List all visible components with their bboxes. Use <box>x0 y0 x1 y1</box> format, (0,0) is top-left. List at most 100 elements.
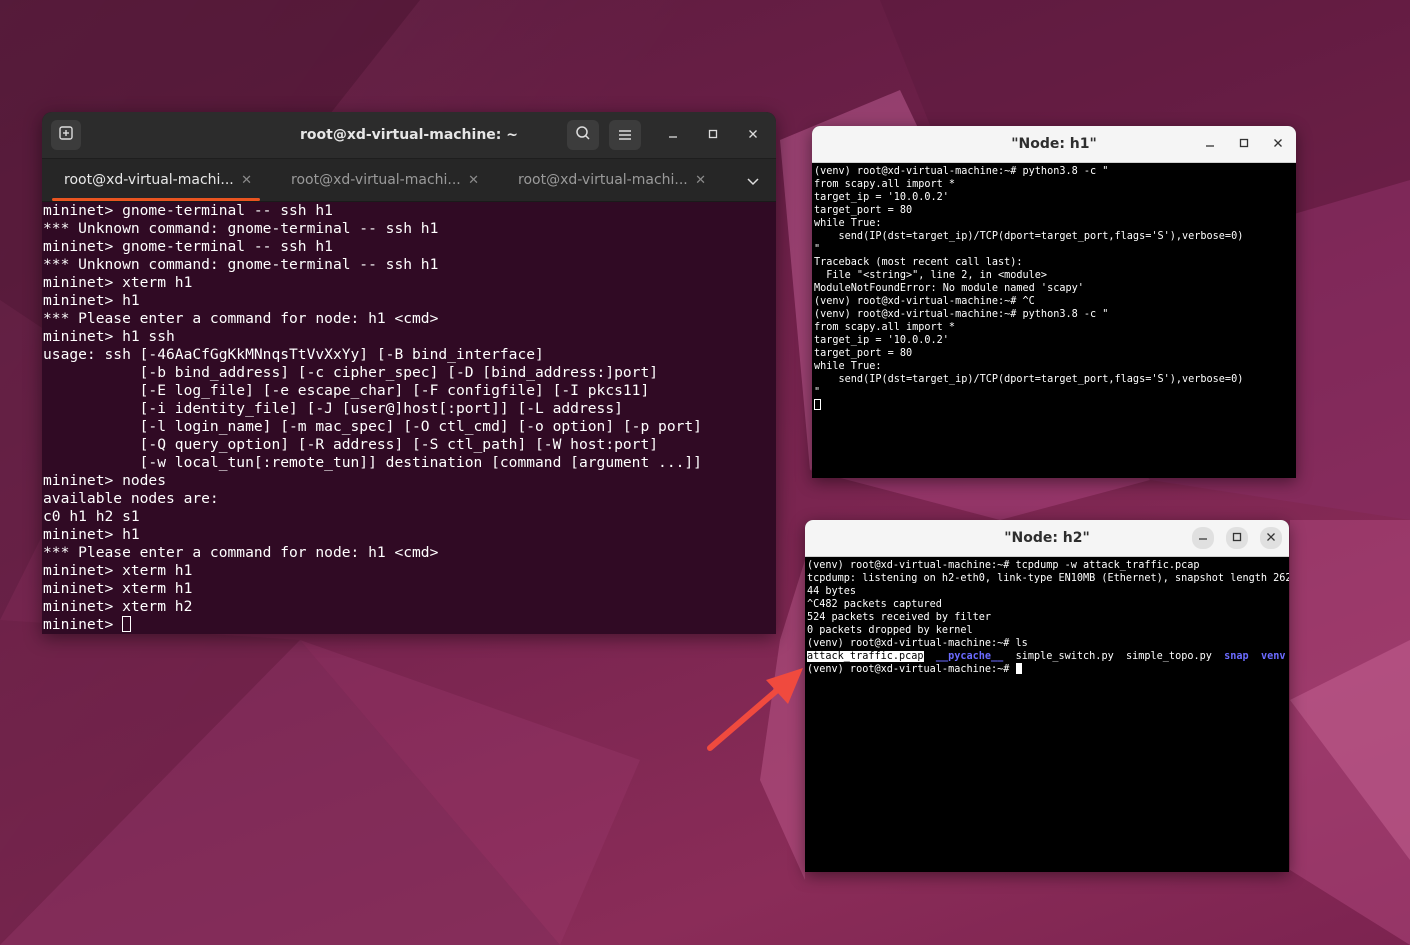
close-icon <box>1266 531 1276 545</box>
minimize-icon <box>1198 531 1208 545</box>
terminal-line: from scapy.all import * <box>814 322 956 333</box>
close-button[interactable] <box>1260 527 1282 549</box>
text-cursor <box>1015 663 1022 674</box>
terminal-line: (venv) root@xd-virtual-machine:~# python… <box>814 166 1109 177</box>
terminal-line: *** Unknown command: gnome-terminal -- s… <box>43 220 439 237</box>
prompt-line: (venv) root@xd-virtual-machine:~# <box>807 663 1289 676</box>
maximize-icon <box>1232 531 1242 545</box>
terminal-line: available nodes are: <box>43 490 219 507</box>
prompt-line: mininet> <box>43 616 776 634</box>
file-name: simple_topo.py <box>1126 651 1212 662</box>
prompt-text: (venv) root@xd-virtual-machine:~# <box>807 664 1016 675</box>
terminal-line: mininet> h1 <box>43 526 140 543</box>
minimize-button[interactable] <box>661 123 685 147</box>
terminal-line: *** Unknown command: gnome-terminal -- s… <box>43 256 439 273</box>
terminal-line: mininet> xterm h1 <box>43 562 193 579</box>
terminal-line: [-b bind_address] [-c cipher_spec] [-D [… <box>43 364 659 381</box>
maximize-button[interactable] <box>1226 527 1248 549</box>
tab-1[interactable]: root@xd-virtual-machi... ✕ <box>46 159 266 201</box>
maximize-button[interactable] <box>701 123 725 147</box>
terminal-line: [-Q query_option] [-R address] [-S ctl_p… <box>43 436 659 453</box>
close-icon <box>748 128 758 143</box>
terminal-line: ModuleNotFoundError: No module named 'sc… <box>814 283 1084 294</box>
terminal-line: *** Please enter a command for node: h1 … <box>43 544 439 561</box>
maximize-icon <box>1239 137 1249 151</box>
tab-close-icon[interactable]: ✕ <box>695 173 706 188</box>
ls-output-line: attack_traffic.pcap __pycache__ simple_s… <box>807 650 1289 663</box>
tab-3[interactable]: root@xd-virtual-machi... ✕ <box>500 159 720 201</box>
hamburger-menu-icon <box>618 126 632 145</box>
tab-bar: root@xd-virtual-machi... ✕ root@xd-virtu… <box>42 159 776 202</box>
minimize-button[interactable] <box>1192 527 1214 549</box>
terminal-line: [-l login_name] [-m mac_spec] [-O ctl_cm… <box>43 418 702 435</box>
search-button[interactable] <box>567 120 599 150</box>
terminal-line: Traceback (most recent call last): <box>814 257 1023 268</box>
terminal-line: [-w local_tun[:remote_tun]] destination … <box>43 454 702 471</box>
directory-name: snap <box>1224 651 1249 662</box>
window-title: "Node: h1" <box>1011 136 1097 152</box>
terminal-line: send(IP(dst=target_ip)/TCP(dport=target_… <box>814 231 1244 242</box>
search-icon <box>575 125 591 145</box>
xterm-h2-output[interactable]: (venv) root@xd-virtual-machine:~# tcpdum… <box>807 559 1289 872</box>
tab-label: root@xd-virtual-machi... <box>291 172 461 188</box>
text-cursor <box>122 616 132 632</box>
terminal-line: mininet> gnome-terminal -- ssh h1 <box>43 202 333 219</box>
terminal-line: mininet> xterm h1 <box>43 274 193 291</box>
tabs-overflow-button[interactable] <box>740 167 766 193</box>
terminal-line: mininet> h1 ssh <box>43 328 175 345</box>
terminal-line: send(IP(dst=target_ip)/TCP(dport=target_… <box>814 374 1244 385</box>
minimize-icon <box>668 128 678 143</box>
terminal-line: usage: ssh [-46AaCfGgKkMNnqsTtVvXxYy] [-… <box>43 346 544 363</box>
annotation-arrow-icon <box>707 668 803 751</box>
terminal-line: (venv) root@xd-virtual-machine:~# tcpdum… <box>807 560 1200 571</box>
xterm-h1-window[interactable]: "Node: h1" (venv) root@xd-virtual-machin… <box>812 126 1296 478</box>
xterm-h2-titlebar[interactable]: "Node: h2" <box>805 520 1289 557</box>
window-title: "Node: h2" <box>1004 530 1090 546</box>
terminal-line: mininet> gnome-terminal -- ssh h1 <box>43 238 333 255</box>
tab-label: root@xd-virtual-machi... <box>64 172 234 188</box>
terminal-line: mininet> nodes <box>43 472 167 489</box>
close-button[interactable] <box>741 123 765 147</box>
tab-close-icon[interactable]: ✕ <box>468 173 479 188</box>
terminal-line: while True: <box>814 361 882 372</box>
terminal-line: target_port = 80 <box>814 205 913 216</box>
terminal-output[interactable]: mininet> gnome-terminal -- ssh h1 *** Unk… <box>43 201 776 634</box>
xterm-h2-window[interactable]: "Node: h2" (venv) root@xd-virtual-machin… <box>805 520 1289 872</box>
xterm-h1-titlebar[interactable]: "Node: h1" <box>812 126 1296 163</box>
close-button[interactable] <box>1268 134 1288 154</box>
terminal-line: (venv) root@xd-virtual-machine:~# ^C <box>814 296 1035 307</box>
terminal-line: tcpdump: listening on h2-eth0, link-type… <box>807 573 1289 584</box>
terminal-line: ^C482 packets captured <box>807 599 942 610</box>
directory-name: __pycache__ <box>935 651 1004 662</box>
maximize-icon <box>708 128 718 143</box>
cursor-line <box>814 399 1296 412</box>
terminal-line: target_port = 80 <box>814 348 913 359</box>
terminal-line: [-E log_file] [-e escape_char] [-F confi… <box>43 382 650 399</box>
terminal-line: mininet> xterm h1 <box>43 580 193 597</box>
terminal-line: c0 h1 h2 s1 <box>43 508 140 525</box>
menu-button[interactable] <box>609 120 641 150</box>
terminal-line: (venv) root@xd-virtual-machine:~# python… <box>814 309 1109 320</box>
terminal-headerbar[interactable]: root@xd-virtual-machine: ~ <box>42 112 776 159</box>
terminal-line: " <box>814 244 821 255</box>
selected-file-name: attack_traffic.pcap <box>807 651 924 662</box>
tab-2[interactable]: root@xd-virtual-machi... ✕ <box>273 159 493 201</box>
terminal-line: from scapy.all import * <box>814 179 956 190</box>
maximize-button[interactable] <box>1234 134 1254 154</box>
minimize-button[interactable] <box>1200 134 1220 154</box>
tab-label: root@xd-virtual-machi... <box>518 172 688 188</box>
file-name: simple_switch.py <box>1015 651 1114 662</box>
minimize-icon <box>1205 137 1215 151</box>
terminal-line: [-i identity_file] [-J [user@]host[:port… <box>43 400 623 417</box>
tab-close-icon[interactable]: ✕ <box>241 173 252 188</box>
terminal-line: target_ip = '10.0.0.2' <box>814 335 949 346</box>
terminal-line: while True: <box>814 218 882 229</box>
directory-name: venv <box>1260 651 1286 662</box>
xterm-h1-output[interactable]: (venv) root@xd-virtual-machine:~# python… <box>814 165 1296 478</box>
close-icon <box>1273 137 1283 151</box>
terminal-line: target_ip = '10.0.0.2' <box>814 192 949 203</box>
terminal-line: 0 packets dropped by kernel <box>807 625 973 636</box>
prompt-text: mininet> <box>43 616 123 633</box>
gnome-terminal-window[interactable]: root@xd-virtual-machine: ~ root@xd-virtu… <box>42 112 776 634</box>
terminal-line: File "<string>", line 2, in <module> <box>814 270 1048 281</box>
